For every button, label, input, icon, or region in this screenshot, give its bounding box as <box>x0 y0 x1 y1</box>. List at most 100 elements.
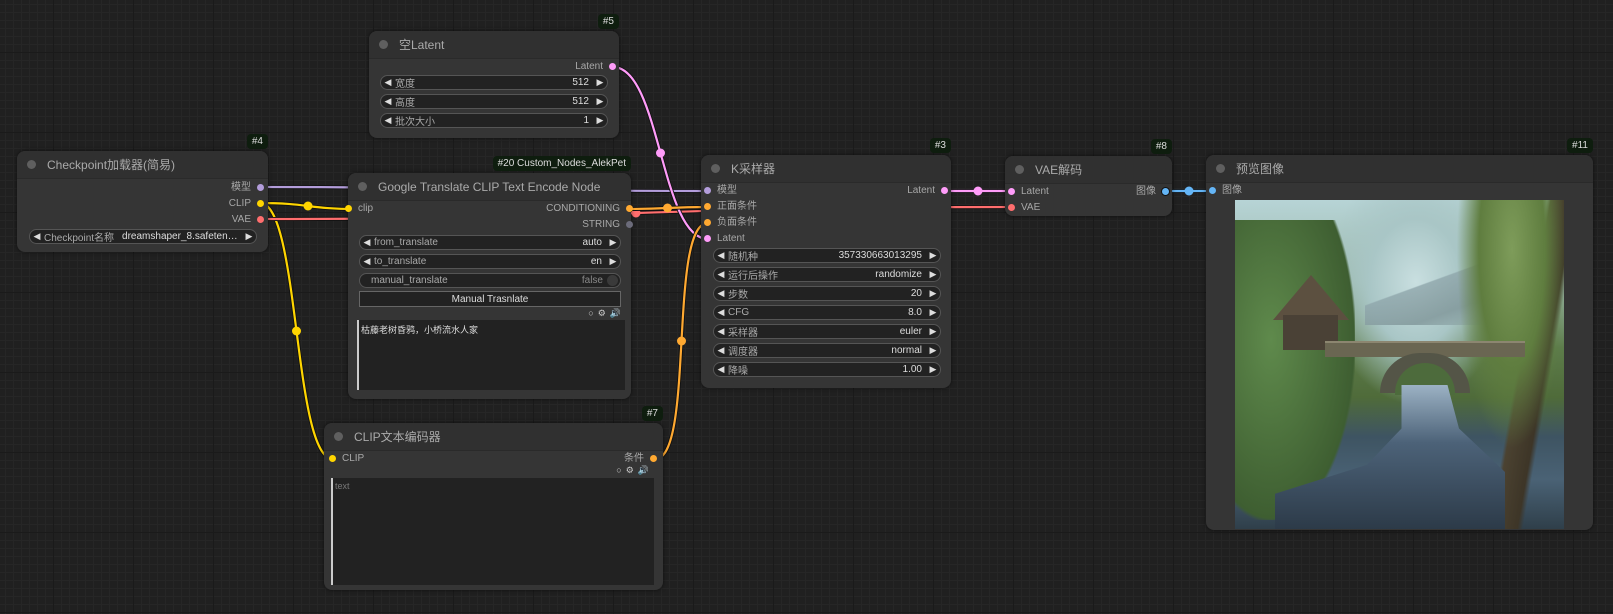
seed-widget[interactable]: ◀ 随机种 357330663013295 ▶ <box>713 248 941 263</box>
decrement-arrow-icon[interactable]: ◀ <box>360 237 374 248</box>
node-title[interactable]: CLIP文本编码器 <box>324 423 663 451</box>
increment-arrow-icon[interactable]: ▶ <box>593 96 607 107</box>
slot-dot-icon[interactable] <box>704 187 711 194</box>
slot-dot-icon[interactable] <box>650 455 657 462</box>
link-midpoint-handle[interactable] <box>663 203 672 213</box>
input-slot-negative[interactable]: 负面条件 <box>704 216 757 230</box>
slot-dot-icon[interactable] <box>257 184 264 191</box>
decrement-arrow-icon[interactable]: ◀ <box>714 269 728 280</box>
sampler-combo[interactable]: ◀ 采样器 euler ▶ <box>713 324 941 339</box>
collapse-dot-icon[interactable] <box>334 432 343 441</box>
node-empty-latent[interactable]: #5 空Latent Latent ◀ 宽度 512 ▶ ◀ 高度 512 ▶ … <box>369 14 619 138</box>
increment-arrow-icon[interactable]: ▶ <box>593 77 607 88</box>
slot-dot-icon[interactable] <box>626 205 633 212</box>
decrement-arrow-icon[interactable]: ◀ <box>381 96 395 107</box>
input-slot-clip[interactable]: CLIP <box>329 452 364 466</box>
preview-image[interactable] <box>1235 200 1564 529</box>
link-midpoint-handle[interactable] <box>1184 186 1194 196</box>
speaker-icon[interactable]: 🔊 <box>610 308 621 319</box>
slot-dot-icon[interactable] <box>1008 188 1015 195</box>
manual-translate-button[interactable]: Manual Trasnlate <box>359 291 621 307</box>
output-slot-latent[interactable]: Latent <box>907 184 948 198</box>
input-slot-clip[interactable]: clip <box>345 202 373 216</box>
slot-dot-icon[interactable] <box>704 219 711 226</box>
collapse-dot-icon[interactable] <box>1015 165 1024 174</box>
control-after-generate-combo[interactable]: ◀ 运行后操作 randomize ▶ <box>713 267 941 282</box>
increment-arrow-icon[interactable]: ▶ <box>926 250 940 261</box>
increment-arrow-icon[interactable]: ▶ <box>926 288 940 299</box>
increment-arrow-icon[interactable]: ▶ <box>593 115 607 126</box>
increment-arrow-icon[interactable]: ▶ <box>926 364 940 375</box>
node-google-translate-clip[interactable]: #20 Custom_Nodes_AlekPet Google Translat… <box>345 156 633 399</box>
decrement-arrow-icon[interactable]: ◀ <box>714 364 728 375</box>
manual-translate-toggle[interactable]: manual_translate false <box>359 273 621 288</box>
prompt-textarea[interactable]: text <box>331 478 654 585</box>
from-translate-combo[interactable]: ◀ from_translate auto ▶ <box>359 235 621 250</box>
collapse-dot-icon[interactable] <box>711 164 720 173</box>
collapse-dot-icon[interactable] <box>358 182 367 191</box>
input-slot-image[interactable]: 图像 <box>1209 184 1242 198</box>
slot-dot-icon[interactable] <box>1209 187 1216 194</box>
slot-dot-icon[interactable] <box>257 200 264 207</box>
increment-arrow-icon[interactable]: ▶ <box>926 326 940 337</box>
link-midpoint-handle[interactable] <box>656 148 665 158</box>
node-clip-text-encoder[interactable]: #7 CLIP文本编码器 CLIP 条件 ○ ⚙ 🔊 text <box>324 406 663 590</box>
node-checkpoint-loader[interactable]: #4 Checkpoint加载器(简易) 模型 CLIP VAE ◀ Check… <box>17 134 268 252</box>
steps-widget[interactable]: ◀ 步数 20 ▶ <box>713 286 941 301</box>
decrement-arrow-icon[interactable]: ◀ <box>714 288 728 299</box>
batch-size-number-widget[interactable]: ◀ 批次大小 1 ▶ <box>380 113 608 128</box>
circle-icon[interactable]: ○ <box>588 308 593 319</box>
gear-icon[interactable]: ⚙ <box>598 308 606 319</box>
slot-dot-icon[interactable] <box>626 221 633 228</box>
height-number-widget[interactable]: ◀ 高度 512 ▶ <box>380 94 608 109</box>
slot-dot-icon[interactable] <box>345 205 352 212</box>
speaker-icon[interactable]: 🔊 <box>638 465 649 476</box>
link-midpoint-handle[interactable] <box>292 326 301 336</box>
gear-icon[interactable]: ⚙ <box>626 465 634 476</box>
output-slot-model[interactable]: 模型 <box>231 181 264 195</box>
link-midpoint-handle[interactable] <box>303 201 313 211</box>
increment-arrow-icon[interactable]: ▶ <box>606 256 620 267</box>
input-slot-model[interactable]: 模型 <box>704 184 737 198</box>
width-number-widget[interactable]: ◀ 宽度 512 ▶ <box>380 75 608 90</box>
collapse-dot-icon[interactable] <box>27 160 36 169</box>
decrement-arrow-icon[interactable]: ◀ <box>360 256 374 267</box>
output-slot-conditioning[interactable]: CONDITIONING <box>546 202 633 216</box>
slot-dot-icon[interactable] <box>704 203 711 210</box>
collapse-dot-icon[interactable] <box>379 40 388 49</box>
decrement-arrow-icon[interactable]: ◀ <box>30 231 44 242</box>
decrement-arrow-icon[interactable]: ◀ <box>714 326 728 337</box>
output-slot-string[interactable]: STRING <box>582 218 633 232</box>
node-title[interactable]: Google Translate CLIP Text Encode Node <box>348 173 631 201</box>
node-title[interactable]: Checkpoint加载器(简易) <box>17 151 268 179</box>
input-slot-positive[interactable]: 正面条件 <box>704 200 757 214</box>
slot-dot-icon[interactable] <box>941 187 948 194</box>
link-midpoint-handle[interactable] <box>677 336 686 346</box>
prompt-textarea[interactable]: 枯藤老树昏鸦，小桥流水人家 <box>357 320 625 390</box>
cfg-widget[interactable]: ◀ CFG 8.0 ▶ <box>713 305 941 320</box>
slot-dot-icon[interactable] <box>257 216 264 223</box>
node-title[interactable]: VAE解码 <box>1005 156 1172 184</box>
node-title[interactable]: 预览图像 <box>1206 155 1593 183</box>
node-vae-decode[interactable]: #8 VAE解码 Latent VAE 图像 <box>1005 139 1172 216</box>
node-ksampler[interactable]: #3 K采样器 模型 正面条件 负面条件 Latent Latent ◀ 随机种… <box>701 138 951 388</box>
increment-arrow-icon[interactable]: ▶ <box>242 231 256 242</box>
toggle-knob-icon[interactable] <box>607 275 618 286</box>
node-preview-image[interactable]: #11 预览图像 图像 <box>1206 138 1593 530</box>
decrement-arrow-icon[interactable]: ◀ <box>381 77 395 88</box>
decrement-arrow-icon[interactable]: ◀ <box>714 345 728 356</box>
increment-arrow-icon[interactable]: ▶ <box>926 269 940 280</box>
output-slot-latent[interactable]: Latent <box>575 60 616 74</box>
output-slot-conditioning[interactable]: 条件 <box>624 452 657 466</box>
link-midpoint-handle[interactable] <box>973 186 983 196</box>
output-slot-vae[interactable]: VAE <box>232 213 264 227</box>
increment-arrow-icon[interactable]: ▶ <box>606 237 620 248</box>
increment-arrow-icon[interactable]: ▶ <box>926 307 940 318</box>
scheduler-combo[interactable]: ◀ 调度器 normal ▶ <box>713 343 941 358</box>
input-slot-latent[interactable]: Latent <box>1008 185 1049 199</box>
input-slot-latent[interactable]: Latent <box>704 232 745 246</box>
slot-dot-icon[interactable] <box>1008 204 1015 211</box>
decrement-arrow-icon[interactable]: ◀ <box>714 250 728 261</box>
collapse-dot-icon[interactable] <box>1216 164 1225 173</box>
slot-dot-icon[interactable] <box>329 455 336 462</box>
